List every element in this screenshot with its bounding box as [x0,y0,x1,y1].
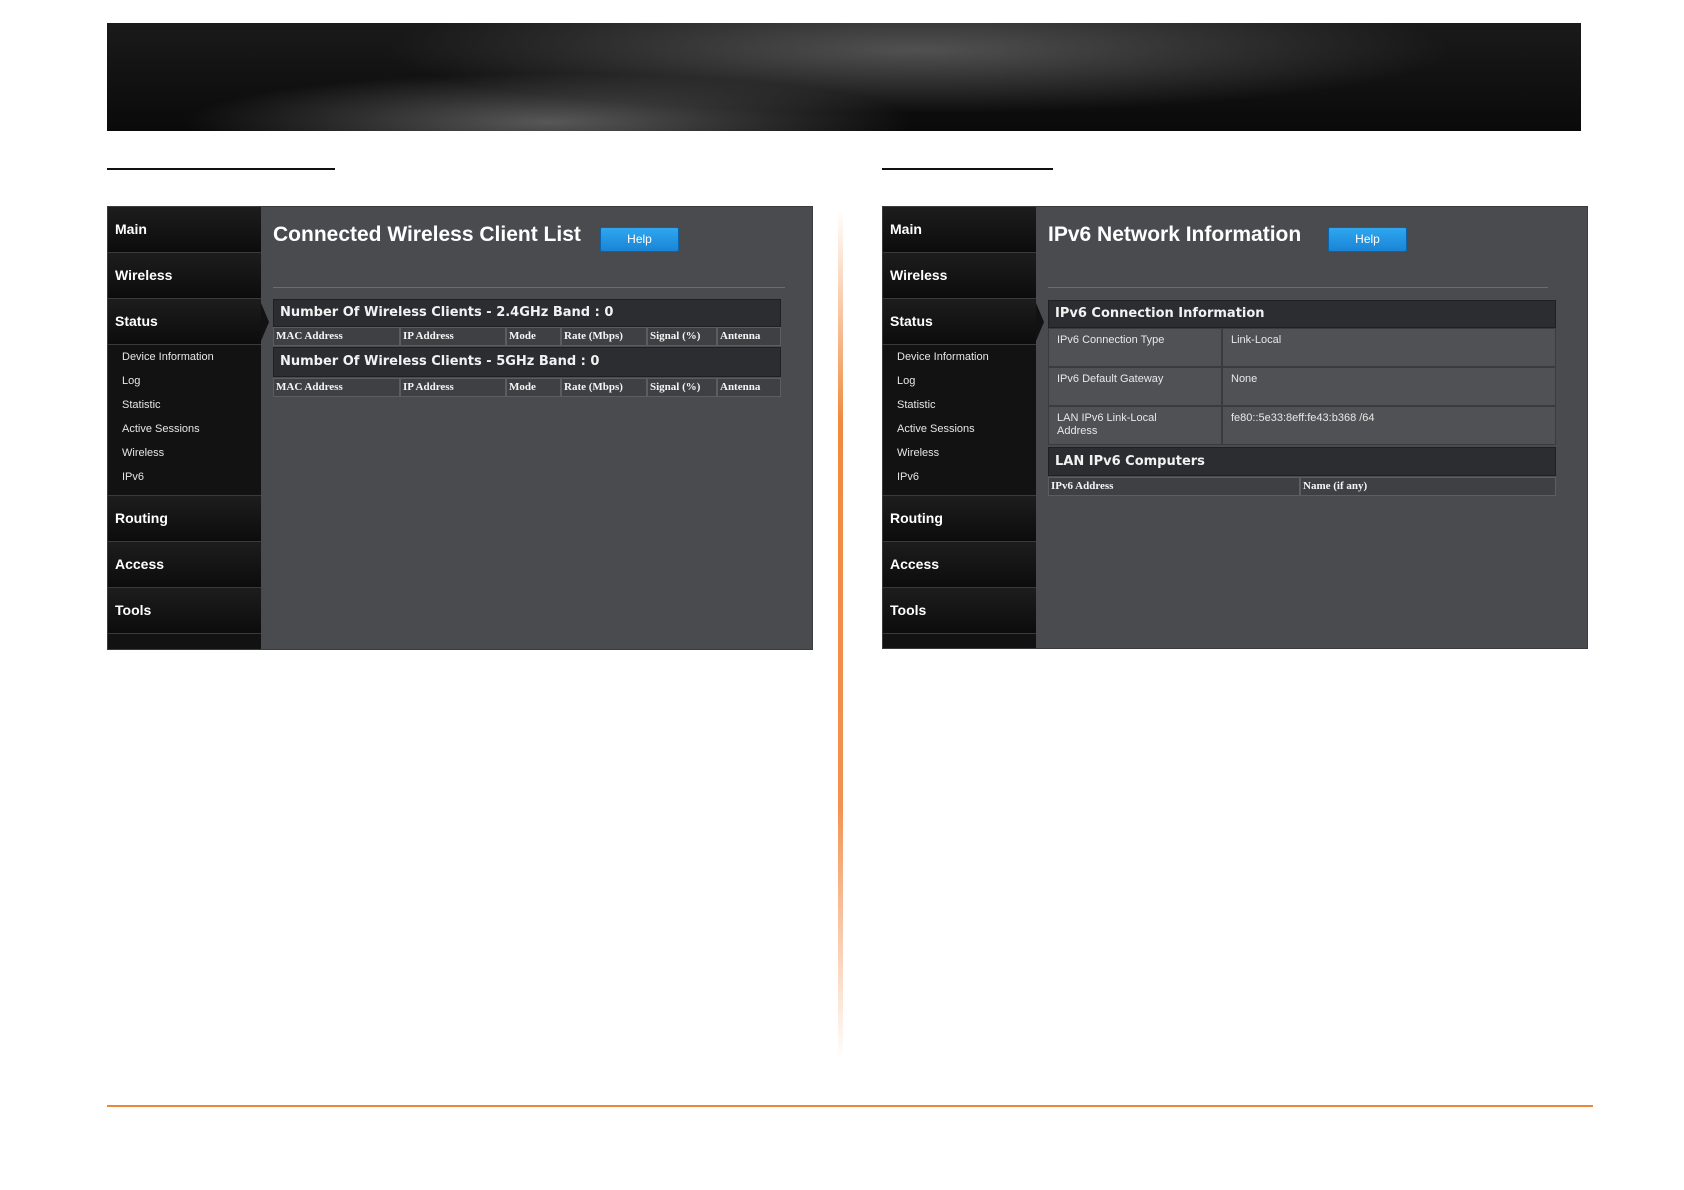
nav-main[interactable]: Main [108,207,261,253]
ipv6-network-info-screenshot: Main Wireless Status Device Information … [882,206,1588,649]
nav-wireless[interactable]: Wireless [883,253,1036,299]
sub-item-log[interactable]: Log [883,369,1036,393]
header-banner [107,23,1581,131]
column-name: Name (if any) [1300,477,1556,496]
nav-tools[interactable]: Tools [108,588,261,634]
sub-item-log[interactable]: Log [108,369,261,393]
nav-routing[interactable]: Routing [883,496,1036,542]
sub-item-device-information[interactable]: Device Information [108,345,261,369]
sub-item-ipv6[interactable]: IPv6 [108,465,261,489]
info-label: IPv6 Default Gateway [1048,367,1222,406]
info-value: Link-Local [1222,328,1556,367]
column-rate: Rate (Mbps) [561,327,647,346]
sub-item-device-information[interactable]: Device Information [883,345,1036,369]
status-submenu: Device Information Log Statistic Active … [883,345,1036,496]
section-rule-left [107,168,335,170]
sub-item-statistic[interactable]: Statistic [883,393,1036,417]
nav-main[interactable]: Main [883,207,1036,253]
lan-computers-columns: IPv6 Address Name (if any) [1048,477,1556,496]
wireless-client-list-screenshot: Main Wireless Status Device Information … [107,206,813,650]
sub-item-active-sessions[interactable]: Active Sessions [108,417,261,441]
title-separator [273,287,785,288]
sidebar-nav: Main Wireless Status Device Information … [883,207,1044,648]
nav-wireless[interactable]: Wireless [108,253,261,299]
section-rule-right [882,168,1053,170]
column-mac-address: MAC Address [273,378,400,397]
nav-routing[interactable]: Routing [108,496,261,542]
column-ip-address: IP Address [400,378,506,397]
column-mac-address: MAC Address [273,327,400,346]
sub-item-wireless[interactable]: Wireless [883,441,1036,465]
column-ipv6-address: IPv6 Address [1048,477,1300,496]
column-mode: Mode [506,327,561,346]
info-value: None [1222,367,1556,406]
sub-item-ipv6[interactable]: IPv6 [883,465,1036,489]
lan-computers-header: LAN IPv6 Computers [1048,447,1556,476]
connection-info-header: IPv6 Connection Information [1048,300,1556,328]
sub-item-statistic[interactable]: Statistic [108,393,261,417]
info-row-connection-type: IPv6 Connection Type Link-Local [1048,328,1556,367]
sub-item-active-sessions[interactable]: Active Sessions [883,417,1036,441]
footer-rule [107,1105,1593,1107]
column-divider [838,210,843,1060]
sidebar-nav: Main Wireless Status Device Information … [108,207,269,649]
status-submenu: Device Information Log Statistic Active … [108,345,261,496]
column-ip-address: IP Address [400,327,506,346]
info-value: fe80::5e33:8eff:fe43:b368 /64 [1222,406,1556,445]
nav-tools[interactable]: Tools [883,588,1036,634]
help-button[interactable]: Help [600,227,679,252]
column-mode: Mode [506,378,561,397]
column-antenna: Antenna [717,378,781,397]
band-24ghz-columns: MAC Address IP Address Mode Rate (Mbps) … [273,327,781,346]
nav-status[interactable]: Status [108,299,269,345]
column-rate: Rate (Mbps) [561,378,647,397]
column-antenna: Antenna [717,327,781,346]
title-separator [1048,287,1548,288]
info-row-link-local-address: LAN IPv6 Link-Local Address fe80::5e33:8… [1048,406,1556,445]
info-label: IPv6 Connection Type [1048,328,1222,367]
content-area: IPv6 Network Information Help IPv6 Conne… [1036,207,1587,648]
band-24ghz-header: Number Of Wireless Clients - 2.4GHz Band… [273,299,781,327]
nav-access[interactable]: Access [108,542,261,588]
info-label: LAN IPv6 Link-Local Address [1048,406,1222,445]
help-button[interactable]: Help [1328,227,1407,252]
page-title: Connected Wireless Client List [273,223,581,246]
column-signal: Signal (%) [647,378,717,397]
column-signal: Signal (%) [647,327,717,346]
page-title: IPv6 Network Information [1048,223,1302,246]
content-area: Connected Wireless Client List Help Numb… [261,207,812,649]
sub-item-wireless[interactable]: Wireless [108,441,261,465]
info-row-default-gateway: IPv6 Default Gateway None [1048,367,1556,406]
band-5ghz-header: Number Of Wireless Clients - 5GHz Band :… [273,347,781,377]
nav-access[interactable]: Access [883,542,1036,588]
band-5ghz-columns: MAC Address IP Address Mode Rate (Mbps) … [273,378,781,397]
nav-status[interactable]: Status [883,299,1044,345]
